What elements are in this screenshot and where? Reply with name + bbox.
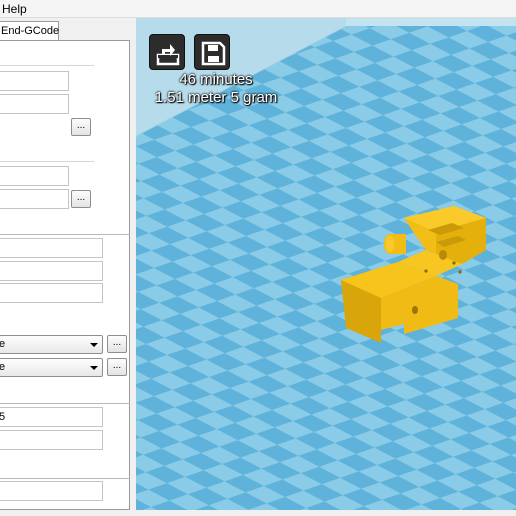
setting-select-1[interactable]: e (0, 335, 103, 354)
section-divider (0, 161, 94, 162)
setting-field-9[interactable] (0, 430, 103, 450)
section-divider (0, 234, 130, 235)
browse-button-1[interactable]: ... (71, 118, 91, 136)
setting-field-8[interactable]: 5 (0, 407, 103, 427)
chevron-down-icon (90, 366, 98, 370)
section-divider (0, 478, 130, 479)
setting-field-2[interactable] (0, 94, 69, 114)
select-value: e (0, 338, 5, 350)
setting-field-value: 5 (0, 411, 5, 423)
setting-field-7[interactable] (0, 283, 103, 303)
menu-bar: Help (0, 0, 516, 18)
section-divider (0, 403, 130, 404)
settings-tab-strip: End-GCode (0, 18, 134, 41)
menu-help[interactable]: Help (2, 2, 27, 16)
status-bar (0, 510, 516, 516)
settings-panel: ... ... e ... e ... 5 (0, 40, 130, 510)
print-time-label: 46 minutes (179, 71, 253, 88)
setting-field-6[interactable] (0, 261, 103, 281)
print-cost-label: 1.51 meter 5 gram (154, 89, 278, 106)
setting-field-4[interactable] (0, 189, 69, 209)
section-divider (0, 65, 94, 66)
setting-field-10[interactable] (0, 481, 103, 501)
browse-button-2[interactable]: ... (71, 190, 91, 208)
setting-field-1[interactable] (0, 71, 69, 91)
select-value: e (0, 361, 5, 373)
setting-field-3[interactable] (0, 166, 69, 186)
browse-button-3[interactable]: ... (107, 335, 127, 353)
setting-field-5[interactable] (0, 238, 103, 258)
load-model-icon[interactable] (149, 34, 185, 70)
save-gcode-icon[interactable] (194, 34, 230, 70)
3d-viewport[interactable]: 46 minutes 1.51 meter 5 gram (136, 18, 516, 510)
setting-select-2[interactable]: e (0, 358, 103, 377)
browse-button-4[interactable]: ... (107, 358, 127, 376)
tab-end-gcode[interactable]: End-GCode (0, 21, 59, 41)
chevron-down-icon (90, 343, 98, 347)
